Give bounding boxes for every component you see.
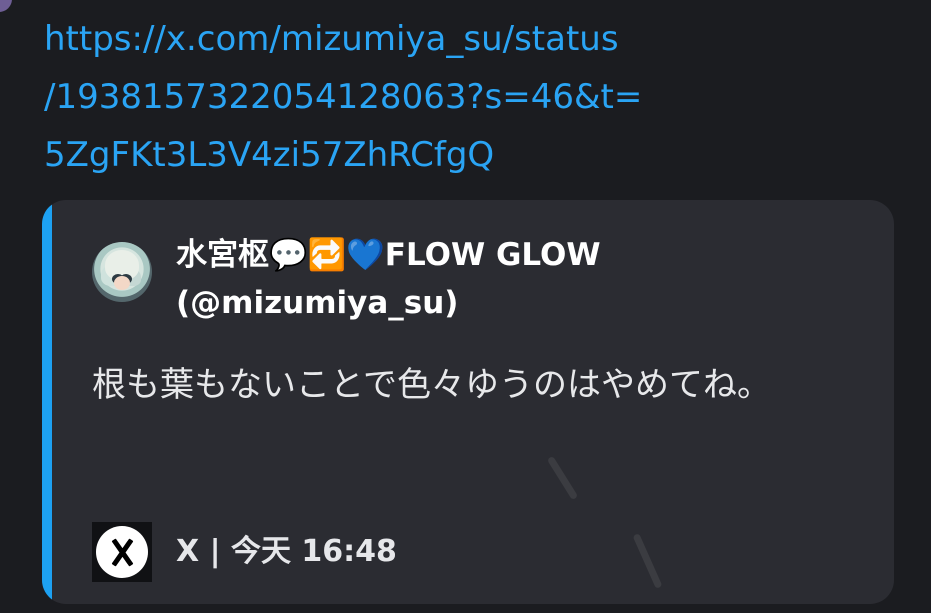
- tweet-link-line-3[interactable]: 5ZgFKt3L3V4zi57ZhRCfgQ: [44, 126, 684, 184]
- tweet-link-line-1[interactable]: https://x.com/mizumiya_su/status: [44, 10, 684, 68]
- tweet-link-line-2[interactable]: /1938157322054128063?s=46&t=: [44, 68, 684, 126]
- overlay-stroke: [546, 455, 579, 501]
- author-avatar[interactable]: [92, 242, 152, 302]
- author-name[interactable]: 水宮枢💬🔁💙FLOW GLOW: [176, 230, 601, 280]
- tweet-embed-card[interactable]: 水宮枢💬🔁💙FLOW GLOW (@mizumiya_su) 根も葉もないことで…: [42, 200, 894, 604]
- embed-accent-bar: [42, 200, 52, 604]
- embed-source-time: X | 今天 16:48: [176, 534, 397, 569]
- embedded-tweet-text: 根も葉もないことで色々ゆうのはやめてね。: [92, 365, 771, 405]
- author-handle[interactable]: (@mizumiya_su): [176, 278, 458, 328]
- x-logo-icon: [92, 522, 152, 582]
- user-avatar-edge[interactable]: [0, 0, 12, 12]
- x-logo-circle: [96, 526, 148, 578]
- tweet-link[interactable]: https://x.com/mizumiya_su/status /193815…: [44, 10, 684, 184]
- chat-message-screen: https://x.com/mizumiya_su/status /193815…: [0, 0, 931, 613]
- embed-footer: X | 今天 16:48: [92, 520, 397, 584]
- x-mark-icon: [108, 538, 136, 566]
- overlay-stroke: [632, 533, 663, 589]
